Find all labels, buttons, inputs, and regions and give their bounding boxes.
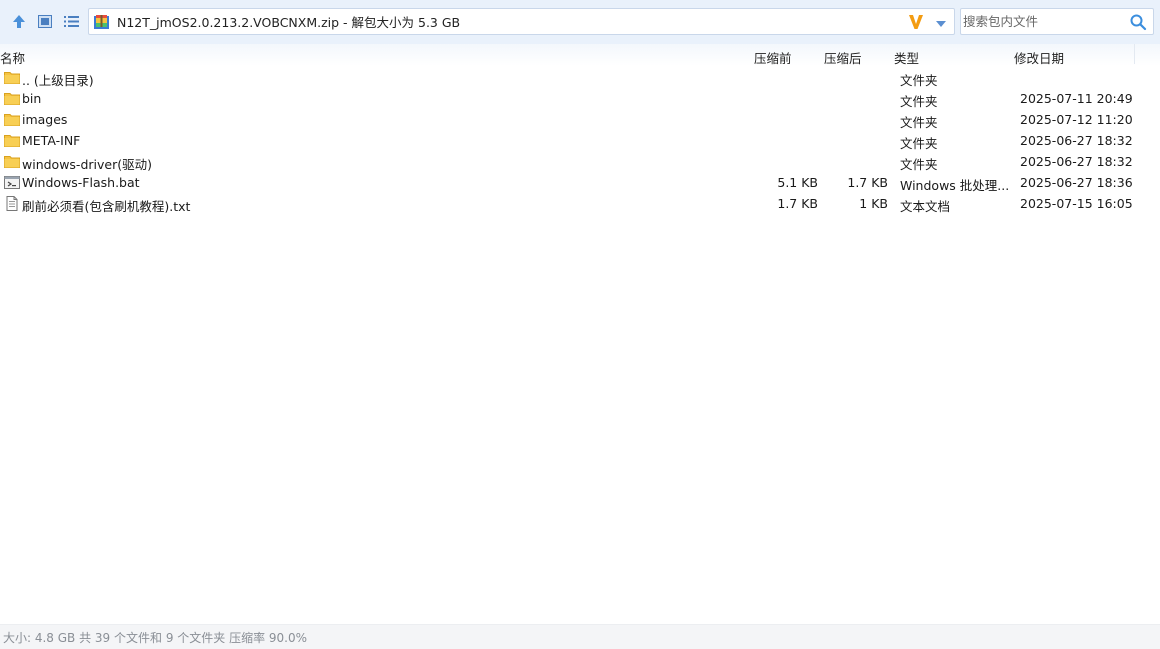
folder-icon	[4, 133, 20, 148]
folder-icon	[4, 112, 20, 127]
list-item[interactable]: images 文件夹 2025-07-12 11:20	[0, 109, 1140, 130]
file-modified: 2025-07-11 20:49	[1020, 91, 1133, 106]
file-modified: 2025-06-27 18:36	[1020, 175, 1133, 190]
list-item[interactable]: Windows-Flash.bat 5.1 KB 1.7 KB Windows …	[0, 172, 1140, 193]
file-name: 刷前必须看(包含刷机教程).txt	[22, 199, 191, 214]
text-file-icon	[4, 196, 20, 211]
column-divider[interactable]	[1134, 44, 1135, 64]
status-bar: 大小: 4.8 GB 共 39 个文件和 9 个文件夹 压缩率 90.0%	[0, 624, 1160, 649]
search-icon[interactable]	[1129, 13, 1147, 31]
file-type: 文件夹	[900, 157, 938, 172]
file-type: 文件夹	[900, 136, 938, 151]
file-type: Windows 批处理...	[900, 178, 1010, 193]
file-name: META-INF	[22, 133, 81, 148]
file-modified: 2025-07-12 11:20	[1020, 112, 1133, 127]
column-size-after[interactable]: 压缩后	[824, 48, 862, 67]
chevron-down-icon[interactable]	[935, 17, 947, 27]
folder-icon	[4, 154, 20, 169]
file-name: bin	[22, 91, 42, 106]
folder-icon	[4, 91, 20, 106]
column-name[interactable]: 名称	[0, 48, 25, 67]
file-type: 文件夹	[900, 94, 938, 109]
file-name: images	[22, 112, 68, 127]
thumbnail-view-icon[interactable]	[35, 11, 55, 31]
file-size-after: 1 KB	[859, 196, 888, 211]
search-input[interactable]	[961, 9, 1126, 34]
list-item[interactable]: .. (上级目录) 文件夹	[0, 67, 1140, 88]
file-type: 文本文档	[900, 199, 951, 214]
archive-path: N12T_jmOS2.0.213.2.VOBCNXM.zip - 解包大小为 5…	[117, 15, 461, 30]
column-size-before[interactable]: 压缩前	[754, 48, 792, 67]
file-name: Windows-Flash.bat	[22, 175, 140, 190]
file-name: .. (上级目录)	[22, 73, 94, 88]
list-view-icon[interactable]	[61, 11, 81, 31]
column-header: 名称 压缩前 压缩后 类型 修改日期	[0, 44, 1160, 66]
file-modified: 2025-06-27 18:32	[1020, 154, 1133, 169]
status-text: 大小: 4.8 GB 共 39 个文件和 9 个文件夹 压缩率 90.0%	[3, 631, 308, 645]
file-size-before: 1.7 KB	[777, 196, 818, 211]
batch-file-icon	[4, 175, 20, 190]
v-logo-icon[interactable]	[908, 13, 924, 31]
folder-icon	[4, 70, 20, 85]
address-bar[interactable]: N12T_jmOS2.0.213.2.VOBCNXM.zip - 解包大小为 5…	[88, 8, 955, 35]
list-item[interactable]: windows-driver(驱动) 文件夹 2025-06-27 18:32	[0, 151, 1140, 172]
search-box	[960, 8, 1154, 35]
file-type: 文件夹	[900, 73, 938, 88]
zip-archive-icon	[93, 13, 111, 31]
file-modified: 2025-06-27 18:32	[1020, 133, 1133, 148]
file-size-after: 1.7 KB	[847, 175, 888, 190]
column-modified[interactable]: 修改日期	[1014, 48, 1064, 67]
list-item[interactable]: bin 文件夹 2025-07-11 20:49	[0, 88, 1140, 109]
file-modified: 2025-07-15 16:05	[1020, 196, 1133, 211]
file-size-before: 5.1 KB	[777, 175, 818, 190]
toolbar: N12T_jmOS2.0.213.2.VOBCNXM.zip - 解包大小为 5…	[0, 0, 1160, 44]
column-type[interactable]: 类型	[894, 48, 919, 67]
list-item[interactable]: META-INF 文件夹 2025-06-27 18:32	[0, 130, 1140, 151]
file-name: windows-driver(驱动)	[22, 157, 152, 172]
arrow-up-icon[interactable]	[9, 11, 29, 31]
list-item[interactable]: 刷前必须看(包含刷机教程).txt 1.7 KB 1 KB 文本文档 2025-…	[0, 193, 1140, 214]
file-type: 文件夹	[900, 115, 938, 130]
